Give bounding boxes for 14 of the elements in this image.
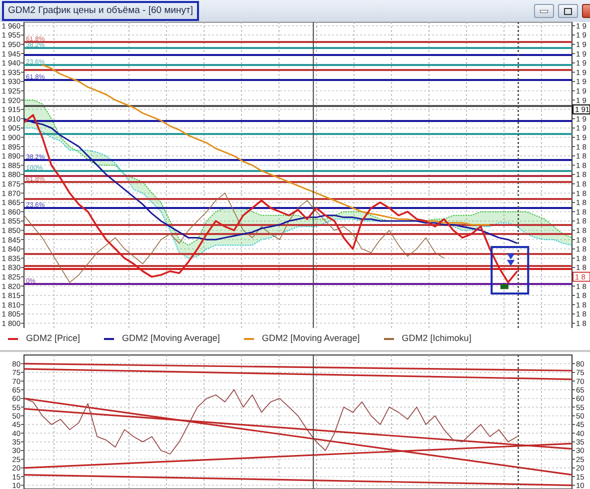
legend-label: GDM2 [Ichimoku] (402, 332, 472, 346)
minimize-icon (540, 10, 548, 12)
maximize-button[interactable] (558, 4, 578, 18)
legend-label: GDM2 [Moving Average] (122, 332, 220, 346)
close-button[interactable] (582, 4, 590, 18)
window-title: GDM2 График цены и объёма - [60 минут] (2, 1, 200, 21)
square-marker-icon (500, 284, 508, 290)
legend-label: GDM2 [Moving Average] (262, 332, 360, 346)
minimize-button[interactable] (534, 4, 554, 18)
selection-box (490, 246, 530, 295)
legend-label: GDM2 [Price] (26, 332, 80, 346)
line-series (24, 100, 572, 246)
maximize-icon (564, 8, 572, 14)
line-series (24, 128, 572, 259)
